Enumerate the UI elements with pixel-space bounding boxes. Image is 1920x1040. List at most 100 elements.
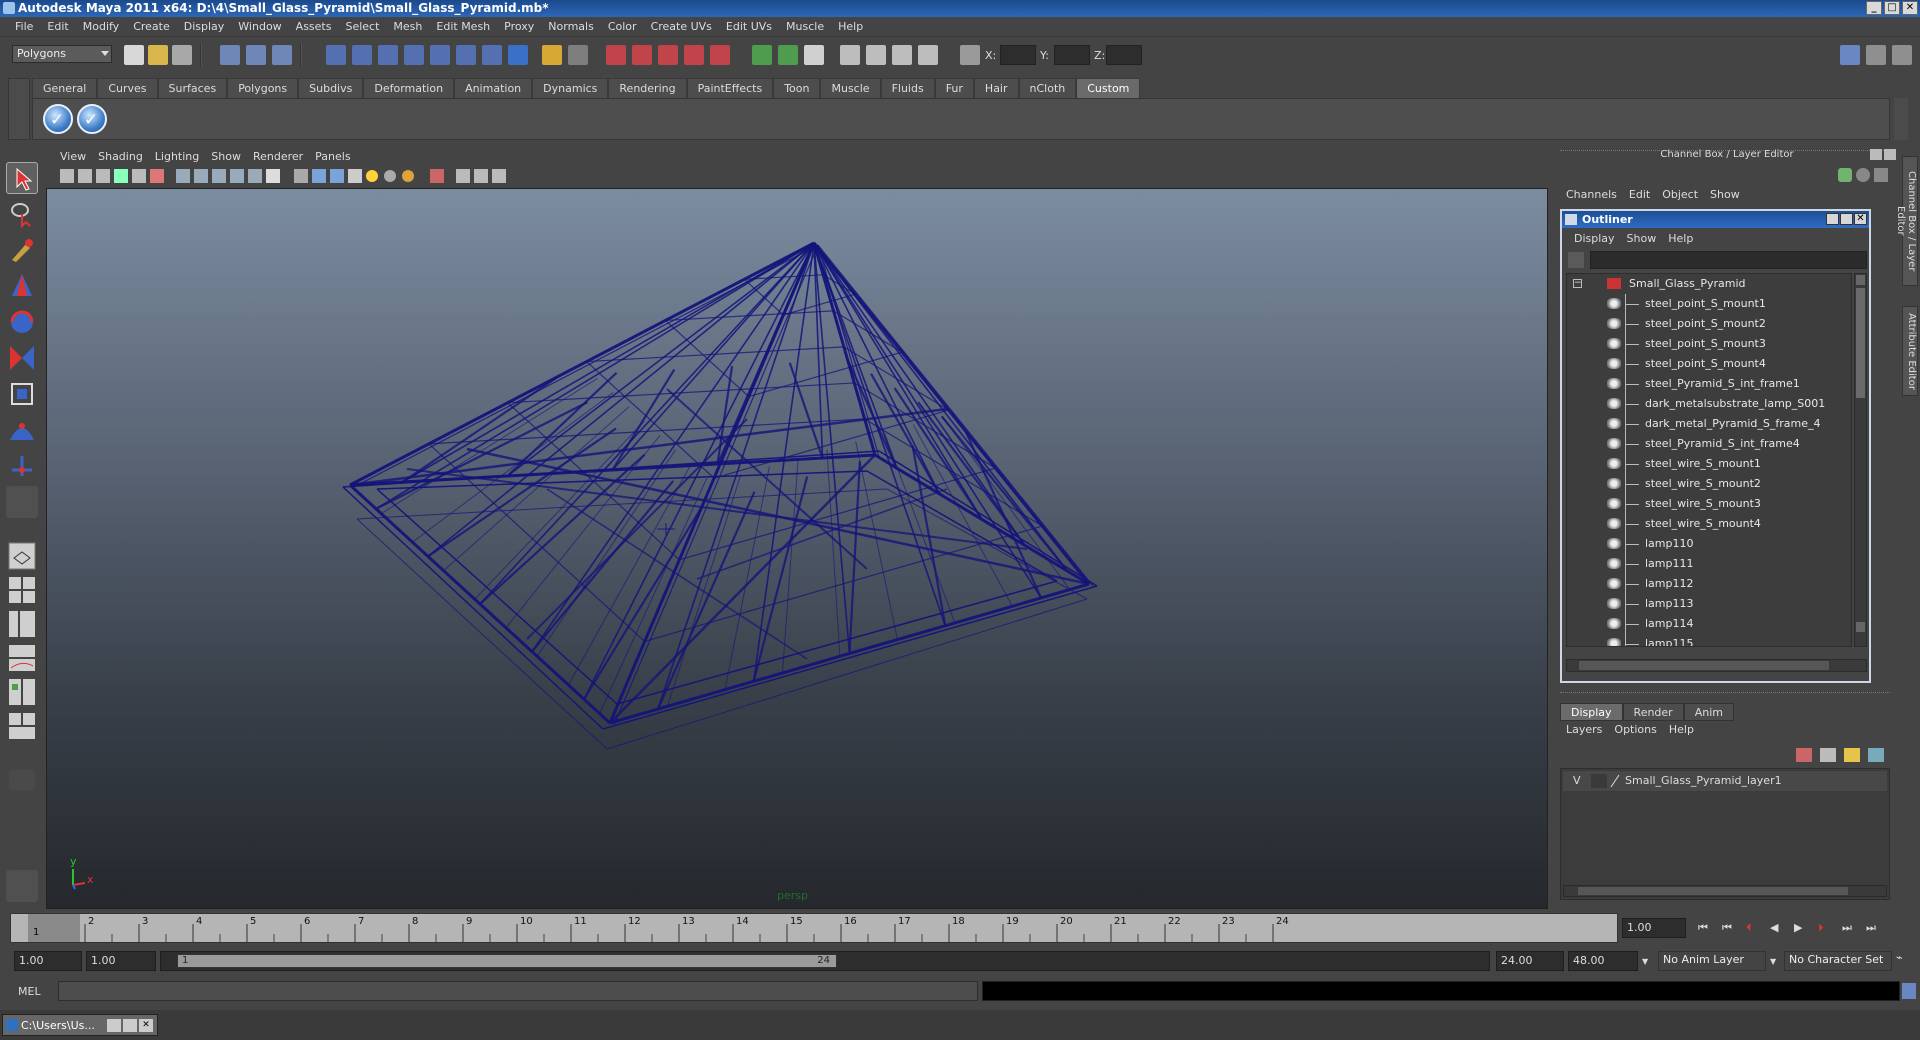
maximize-button[interactable]: □ (1884, 1, 1900, 15)
outliner-row[interactable]: dark_metal_Pyramid_S_frame_4 (1567, 414, 1851, 434)
scroll-down-icon[interactable] (1856, 622, 1865, 632)
snap-point-icon[interactable] (378, 45, 398, 65)
soft-mod-tool-icon[interactable] (6, 414, 38, 446)
select-camera-icon[interactable] (60, 169, 74, 183)
tab-curves[interactable]: Curves (97, 78, 158, 98)
outliner-row[interactable]: dark_metalsubstrate_lamp_S001 (1567, 394, 1851, 414)
tab-general[interactable]: General (32, 78, 98, 98)
custom-shelf-button-1[interactable]: ✓ (43, 104, 73, 134)
outliner-row[interactable]: lamp114 (1567, 614, 1851, 634)
channel-box-icon[interactable] (1838, 168, 1852, 182)
isolate-select-icon[interactable] (456, 169, 470, 183)
last-tool-icon[interactable] (6, 486, 38, 518)
current-time-field[interactable]: 1.00 (1622, 918, 1686, 938)
construction-history-icon[interactable] (606, 45, 626, 65)
snap-vertex-icon[interactable] (456, 45, 476, 65)
select-by-hierarchy-icon[interactable] (220, 45, 240, 65)
outliner-row[interactable]: lamp112 (1567, 574, 1851, 594)
close-button[interactable]: ✕ (1902, 1, 1918, 15)
tab-rendering[interactable]: Rendering (608, 78, 687, 98)
film-gate-icon[interactable] (150, 169, 164, 183)
menu-file[interactable]: File (8, 20, 40, 33)
x-field[interactable] (1000, 45, 1036, 65)
rename-icon[interactable] (804, 45, 824, 65)
ipr-render-icon[interactable] (658, 45, 678, 65)
default-light-icon[interactable] (366, 170, 378, 182)
step-back-key-icon[interactable]: ⏮ (1722, 921, 1738, 935)
layer-row[interactable]: V Small_Glass_Pyramid_layer1 (1563, 771, 1887, 791)
viewport-menu-lighting[interactable]: Lighting (149, 150, 205, 163)
outliner-minimize-button[interactable] (1826, 213, 1839, 225)
command-language-label[interactable]: MEL (18, 985, 41, 998)
menu-cb-show[interactable]: Show (1704, 188, 1746, 201)
menu-color[interactable]: Color (601, 20, 644, 33)
outliner-row[interactable]: lamp113 (1567, 594, 1851, 614)
new-layer-empty-icon[interactable] (1796, 748, 1812, 762)
outliner-maximize-button[interactable] (1840, 213, 1853, 225)
outliner-close-button[interactable]: ✕ (1854, 213, 1867, 225)
menu-assets[interactable]: Assets (289, 20, 339, 33)
show-channel-box-icon[interactable] (1892, 45, 1912, 65)
more-layouts-icon[interactable] (9, 770, 35, 790)
panel-close-icon[interactable] (1884, 149, 1896, 160)
panel-float-icon[interactable] (1870, 149, 1882, 160)
layer-horizontal-scrollbar[interactable] (1563, 885, 1887, 897)
rotate-tool-icon[interactable] (6, 306, 38, 338)
snap-live-icon[interactable] (430, 45, 450, 65)
snap-grid-icon[interactable] (326, 45, 346, 65)
collapse-icon[interactable]: − (1573, 279, 1582, 288)
menu-object[interactable]: Object (1656, 188, 1704, 201)
tab-animation[interactable]: Animation (454, 78, 533, 98)
transform-constraint-icon[interactable] (840, 45, 860, 65)
chevron-down-icon[interactable]: ▼ (1642, 957, 1648, 966)
taskbar-item[interactable]: C:\Users\Us... ✕ (2, 1014, 158, 1036)
outliner-filter-input[interactable] (1590, 251, 1867, 269)
select-by-object-icon[interactable] (246, 45, 266, 65)
field-chart-icon[interactable] (212, 169, 226, 183)
step-forward-frame-icon[interactable]: ⏵ (1818, 921, 1834, 935)
range-slider-bar[interactable]: 1 24 (177, 954, 837, 968)
anim-layer-select[interactable]: No Anim Layer (1658, 951, 1766, 971)
outliner-filter-icon[interactable] (1568, 252, 1584, 268)
outliner-row[interactable]: steel_Pyramid_S_int_frame1 (1567, 374, 1851, 394)
outliner-row[interactable]: lamp110 (1567, 534, 1851, 554)
tab-fur[interactable]: Fur (934, 78, 974, 98)
tab-display[interactable]: Display (1560, 703, 1623, 721)
restore-icon[interactable] (107, 1019, 121, 1032)
menu-edit-uvs[interactable]: Edit UVs (719, 20, 779, 33)
tab-deformation[interactable]: Deformation (363, 78, 455, 98)
menu-help[interactable]: Help (831, 20, 870, 33)
input-ops-icon[interactable] (568, 45, 588, 65)
tab-subdivs[interactable]: Subdivs (298, 78, 364, 98)
outliner-row[interactable]: steel_point_S_mount4 (1567, 354, 1851, 374)
menu-select[interactable]: Select (338, 20, 386, 33)
tab-render[interactable]: Render (1622, 703, 1684, 721)
menu-layers[interactable]: Layers (1560, 723, 1608, 736)
menu-edit-mesh[interactable]: Edit Mesh (429, 20, 497, 33)
snap-face-icon[interactable] (482, 45, 502, 65)
play-backward-icon[interactable]: ◀ (1770, 921, 1786, 935)
snap-curve-icon[interactable] (352, 45, 372, 65)
hud-icon[interactable] (492, 169, 506, 183)
step-back-frame-icon[interactable]: ⏴ (1746, 921, 1762, 935)
playback-end-field[interactable]: 24.00 (1496, 951, 1564, 971)
tab-painteffects[interactable]: PaintEffects (686, 78, 774, 98)
lasso-tool-icon[interactable] (6, 198, 38, 230)
new-layer-selected-icon[interactable] (1820, 748, 1836, 762)
scroll-thumb[interactable] (1578, 887, 1848, 895)
auto-key-icon[interactable]: ⌁ (1896, 951, 1912, 971)
outliner-row[interactable]: steel_wire_S_mount2 (1567, 474, 1851, 494)
symmetry-icon[interactable] (892, 45, 912, 65)
z-field[interactable] (1106, 45, 1142, 65)
scroll-thumb[interactable] (1579, 661, 1829, 670)
image-plane-icon[interactable] (114, 169, 128, 183)
go-to-end-icon[interactable]: ⏭ (1866, 921, 1882, 935)
menu-layers-help[interactable]: Help (1663, 723, 1700, 736)
menu-channels[interactable]: Channels (1560, 188, 1623, 201)
tab-attribute-editor[interactable]: Attribute Editor (1902, 306, 1918, 396)
persp-graph-layout-icon[interactable] (6, 642, 38, 674)
hypershade-icon[interactable] (710, 45, 730, 65)
menu-window[interactable]: Window (231, 20, 288, 33)
render-current-frame-icon[interactable] (632, 45, 652, 65)
absolute-transform-icon[interactable] (960, 45, 980, 65)
